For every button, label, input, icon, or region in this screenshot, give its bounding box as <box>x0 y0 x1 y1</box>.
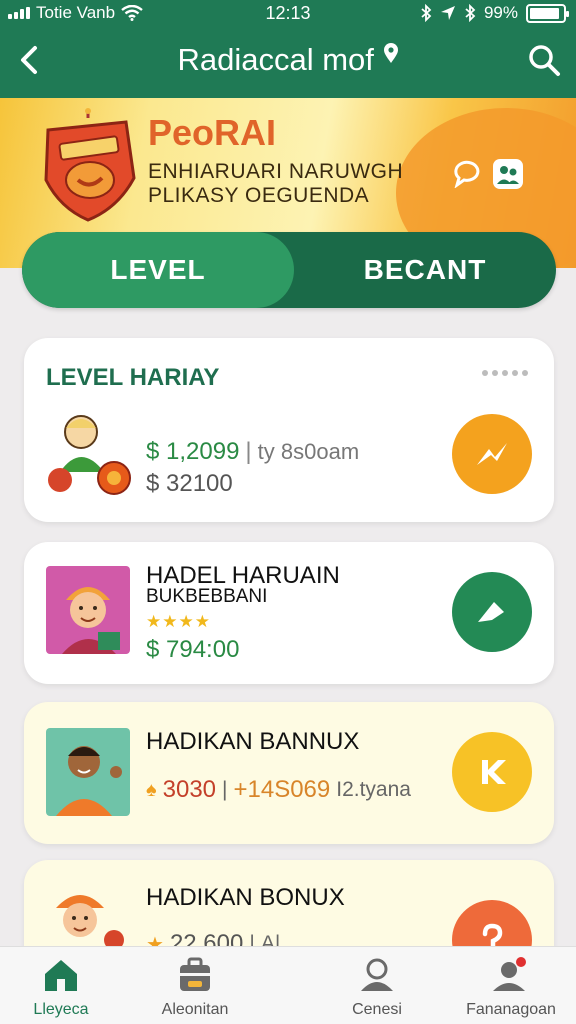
segmented-control: LEVEL BECANT <box>22 232 556 308</box>
price-note: ty 8s0oam <box>257 439 360 464</box>
card-title: HADIKAN BONUX <box>146 884 345 911</box>
level-card[interactable]: LEVEL HARIAY $ 1,2099 | ty 8s0oam $ 32100 <box>24 338 554 522</box>
banner-title: PeoRAI <box>148 112 277 153</box>
bonus-plus-value: +14S069 <box>233 776 331 803</box>
card-subtitle: BUKBEBBANI <box>146 586 268 607</box>
bell-icon: ♠ <box>146 778 157 801</box>
tab-becant[interactable]: BECANT <box>294 232 556 308</box>
back-chevron-icon[interactable] <box>10 40 50 80</box>
group-icon[interactable] <box>492 158 524 190</box>
user-notification-icon <box>493 957 526 991</box>
card-heading: LEVEL HARIAY <box>46 364 220 391</box>
battery-percent: 99% <box>483 3 518 22</box>
home-icon <box>45 960 77 991</box>
bonus-value: 3030 <box>162 776 217 803</box>
bottom-navigation: Lleyeca Aleonitan Cenesi Fananagoan <box>0 946 576 1024</box>
briefcase-icon <box>180 957 210 991</box>
avatar <box>46 566 130 654</box>
chat-action-button[interactable] <box>452 414 532 494</box>
bluetooth-icon <box>465 4 476 22</box>
banner-subtitle: ENHIARUARI NARUWGH PLIKASY OEGUENDA <box>148 160 404 207</box>
tag-icon <box>478 602 504 622</box>
battery-icon <box>526 3 569 23</box>
status-bar: Totie Vanb 12:13 99% <box>0 0 576 30</box>
search-icon[interactable] <box>526 42 562 78</box>
bonus-card[interactable]: HADIKAN BANNUX ♠ 3030 | +14S069 I2.tyana <box>24 702 554 844</box>
tag-action-button[interactable] <box>452 572 532 652</box>
messenger-icon <box>477 443 507 465</box>
shield-badge-icon <box>44 108 136 222</box>
more-options-icon[interactable] <box>482 370 528 376</box>
card-price: $ 794:00 <box>146 636 240 663</box>
location-pin-icon <box>383 43 398 63</box>
chat-bubble-icon[interactable] <box>452 158 482 188</box>
nav-item-home[interactable]: Lleyeca <box>0 955 126 1019</box>
claim-action-button[interactable] <box>452 732 532 812</box>
profile-icon <box>361 958 393 991</box>
nav-item-aleonitan[interactable]: Aleonitan <box>130 955 260 1019</box>
navigation-bar: Radiaccal mof <box>0 30 576 98</box>
nav-item-cenesi[interactable]: Cenesi <box>312 955 442 1019</box>
location-arrow-icon <box>440 6 455 20</box>
avatar <box>46 728 130 816</box>
product-card[interactable]: HADEL HARUAIN BUKBEBBANI ★★★★ $ 794:00 <box>24 542 554 684</box>
price-primary: $ 1,2099 <box>146 438 240 465</box>
bluetooth-icon <box>421 4 432 22</box>
character-illustration <box>48 415 131 495</box>
nav-item-fananagoan[interactable]: Fananagoan <box>446 955 576 1019</box>
k-icon <box>482 760 506 784</box>
star-rating: ★★★★ <box>146 612 211 631</box>
separator: | <box>222 778 228 801</box>
price-secondary: $ 32100 <box>146 470 233 497</box>
bonus-note: I2.tyana <box>336 778 411 801</box>
separator: | <box>245 438 252 465</box>
page-title: Radiaccal mof <box>60 42 516 78</box>
tab-level[interactable]: LEVEL <box>22 232 294 308</box>
card-title: HADIKAN BANNUX <box>146 728 360 755</box>
app-header: Totie Vanb 12:13 99% Radiaccal mof <box>0 0 576 98</box>
